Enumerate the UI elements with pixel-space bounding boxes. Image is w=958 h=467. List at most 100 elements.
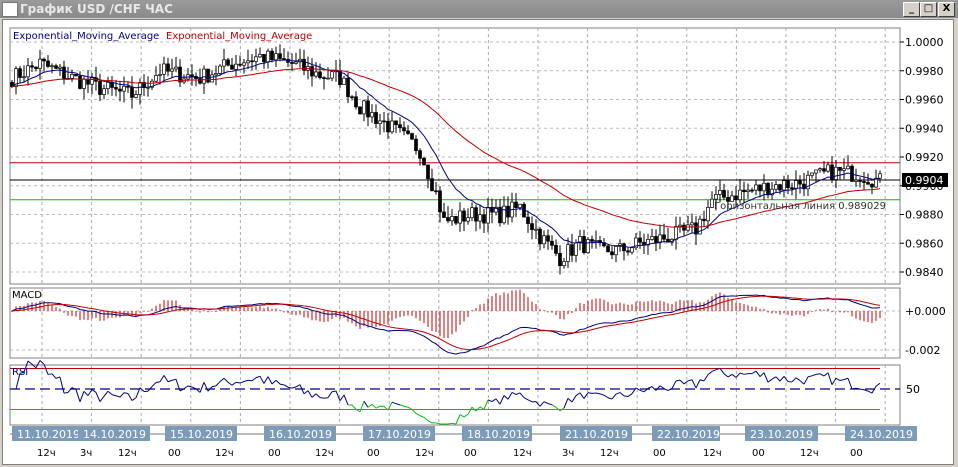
candle-body	[370, 112, 374, 118]
rsi-line-segment	[39, 360, 45, 365]
candle-body	[314, 71, 318, 77]
candle-body	[178, 66, 182, 83]
candle-body	[778, 184, 782, 191]
candle-body	[642, 241, 646, 246]
candle-body	[690, 222, 694, 226]
rsi-line-segment	[279, 383, 285, 386]
candle-body	[786, 180, 790, 189]
candle-body	[554, 244, 558, 254]
chart-canvas[interactable]: 1.00000.99800.99600.99400.99200.99000.98…	[0, 0, 958, 467]
candle-body	[34, 66, 38, 69]
candle-body	[158, 73, 162, 76]
candle-body	[222, 59, 226, 67]
hour-label: 00	[268, 448, 281, 459]
candle-body	[614, 246, 618, 256]
candle-body	[846, 165, 850, 170]
candle-body	[226, 59, 230, 66]
candle-body	[558, 252, 562, 267]
candle-body	[658, 234, 662, 243]
rsi-line-segment	[47, 373, 53, 375]
candle-body	[422, 157, 426, 166]
candle-body	[838, 166, 842, 171]
rsi-line-segment	[447, 422, 453, 425]
candle-body	[594, 240, 598, 242]
hour-label: 12ч	[215, 448, 234, 459]
hour-label: 00	[653, 448, 666, 459]
candle-body	[162, 63, 166, 75]
candle-body	[126, 85, 130, 88]
candle-body	[258, 54, 262, 58]
hour-label: 00	[752, 448, 765, 459]
rsi-line-segment	[319, 397, 325, 399]
hour-label: 12ч	[118, 448, 137, 459]
hour-label: 00	[168, 448, 181, 459]
hour-label: 3ч	[80, 448, 92, 459]
candle-body	[202, 68, 206, 84]
rsi-line-segment	[27, 360, 33, 365]
candle-body	[546, 235, 550, 242]
candle-body	[42, 58, 46, 62]
candle-body	[834, 166, 838, 180]
candle-body	[610, 251, 614, 256]
candle-body	[38, 58, 42, 69]
candle-body	[626, 250, 630, 253]
candle-body	[514, 201, 518, 208]
rsi-line-segment	[623, 395, 629, 398]
date-label: 15.10.2019	[170, 428, 233, 441]
candle-body	[398, 124, 402, 129]
rsi-line-segment	[63, 391, 69, 394]
candle-body	[810, 172, 814, 176]
candle-body	[826, 164, 830, 172]
rsi-line-segment	[247, 379, 253, 382]
candle-body	[534, 228, 538, 231]
candle-body	[346, 77, 350, 98]
candle-body	[82, 78, 86, 89]
price-tick-label: 0.9940	[905, 122, 944, 135]
rsi-line-segment	[451, 422, 457, 425]
date-label: 21.10.2019	[565, 428, 628, 441]
candle-body	[154, 75, 158, 82]
candle-body	[574, 242, 578, 256]
candle-body	[214, 73, 218, 76]
candle-body	[26, 65, 30, 78]
candle-body	[654, 236, 658, 243]
rsi-tick-label: 50	[906, 383, 920, 396]
candle-body	[630, 247, 634, 253]
hour-label: 12ч	[703, 448, 722, 459]
current-price-label: 0.9904	[905, 174, 944, 187]
candle-body	[758, 184, 762, 192]
candle-body	[586, 239, 590, 254]
rsi-label: RSI	[12, 367, 28, 378]
candle-body	[254, 56, 258, 62]
candle-body	[354, 96, 358, 108]
macd-tick-label: -0.002	[905, 344, 940, 357]
candle-body	[366, 100, 370, 118]
candle-body	[878, 173, 882, 179]
candle-body	[706, 207, 710, 222]
hour-label: 12ч	[415, 448, 434, 459]
candle-body	[442, 211, 446, 218]
candle-body	[74, 74, 78, 77]
candle-body	[138, 82, 142, 95]
candle-body	[814, 169, 818, 174]
candle-body	[46, 60, 50, 67]
candle-body	[538, 228, 542, 245]
candle-body	[742, 189, 746, 193]
candle-body	[466, 217, 470, 222]
panel-0	[9, 27, 901, 285]
candle-body	[242, 62, 246, 66]
candle-body	[530, 223, 534, 230]
candle-body	[386, 120, 390, 133]
candle-body	[622, 243, 626, 252]
candle-body	[430, 178, 434, 192]
candle-body	[342, 77, 346, 85]
candle-body	[134, 94, 138, 98]
candle-body	[78, 75, 82, 89]
date-label: 24.10.2019	[850, 428, 913, 441]
candle-body	[702, 218, 706, 222]
candle-body	[478, 214, 482, 222]
candle-body	[482, 214, 486, 224]
candle-body	[230, 64, 234, 70]
candle-body	[114, 87, 118, 90]
candle-body	[454, 216, 458, 224]
